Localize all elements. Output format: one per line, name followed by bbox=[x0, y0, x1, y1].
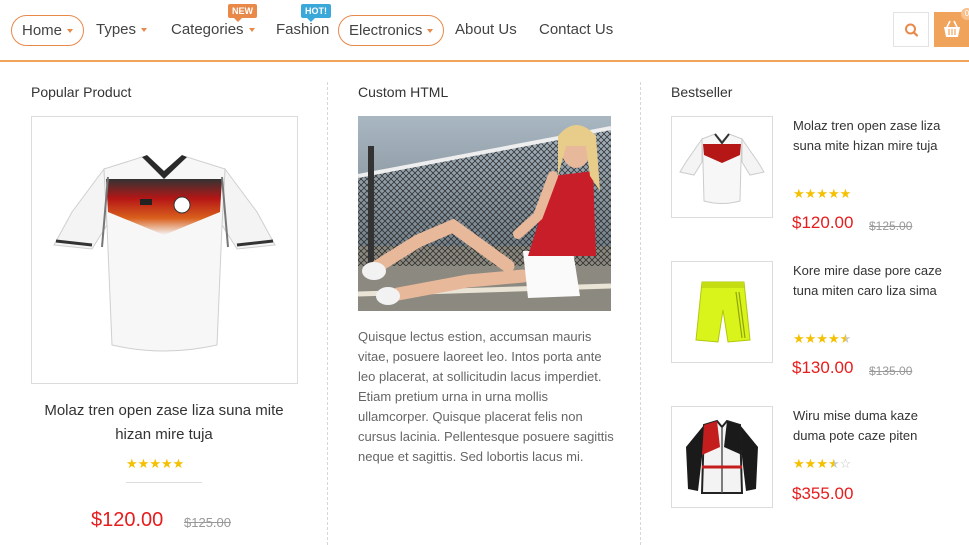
star-full-icon: ★ bbox=[172, 456, 185, 471]
new-badge-label: NEW bbox=[232, 6, 253, 16]
star-full-icon: ★ bbox=[804, 456, 817, 471]
bestseller-title: Bestseller bbox=[671, 84, 733, 100]
nav-fashion[interactable]: Fashion bbox=[276, 15, 329, 46]
star-empty-icon: ☆ bbox=[839, 456, 852, 471]
bestseller-item-name[interactable]: Wiru mise duma kaze duma pote caze piten bbox=[793, 406, 943, 446]
star-full-icon: ★ bbox=[804, 331, 817, 346]
shorts-image bbox=[695, 281, 751, 343]
bestseller-item-rating: ★★★★★ bbox=[793, 331, 851, 347]
jersey-image bbox=[679, 133, 765, 204]
nav-contact-label: Contact Us bbox=[539, 21, 614, 38]
star-full-icon: ★ bbox=[804, 186, 817, 201]
star-full-icon: ★ bbox=[827, 331, 840, 346]
bestseller-item-name[interactable]: Molaz tren open zase liza suna mite hiza… bbox=[793, 116, 943, 156]
nav-electronics[interactable]: Electronics bbox=[338, 15, 445, 46]
nav-types-label: Types bbox=[96, 21, 137, 38]
bestseller-thumb[interactable] bbox=[671, 261, 773, 363]
nav-contact[interactable]: Contact Us bbox=[539, 15, 613, 46]
custom-html-photo bbox=[358, 116, 611, 311]
chevron-down-icon bbox=[67, 29, 74, 34]
divider bbox=[126, 482, 202, 483]
bestseller-item-price: $130.00 bbox=[792, 358, 854, 377]
star-full-icon: ★ bbox=[816, 186, 828, 201]
popular-product-rating: ★★★★★ bbox=[126, 456, 184, 472]
top-navbar: Home Types Categories NEW Fashion HOT! E… bbox=[0, 0, 969, 62]
star-full-icon: ★ bbox=[816, 456, 828, 471]
nav-about-label: About Us bbox=[455, 21, 517, 38]
nav-categories-label: Categories bbox=[171, 21, 244, 38]
column-divider bbox=[640, 82, 641, 545]
tennis-player-image bbox=[358, 116, 611, 311]
bestseller-item-price: $120.00 bbox=[792, 213, 854, 232]
chevron-down-icon bbox=[427, 29, 434, 34]
star-full-icon: ★ bbox=[793, 331, 805, 346]
bestseller-item-rating: ★★★★☆ bbox=[793, 456, 851, 472]
star-full-icon: ★ bbox=[137, 456, 150, 471]
nav-about[interactable]: About Us bbox=[455, 15, 517, 46]
bestseller-item-price: $355.00 bbox=[792, 484, 854, 503]
star-full-icon: ★ bbox=[126, 456, 138, 471]
hot-badge-label: HOT! bbox=[305, 6, 327, 16]
column-divider bbox=[327, 82, 328, 545]
custom-html-title: Custom HTML bbox=[358, 84, 449, 100]
nav-fashion-label: Fashion bbox=[276, 21, 330, 38]
star-full-icon: ★ bbox=[793, 186, 805, 201]
bestseller-thumb[interactable] bbox=[671, 406, 773, 508]
nav-electronics-label: Electronics bbox=[349, 22, 423, 39]
star-full-icon: ★ bbox=[827, 186, 840, 201]
nav-types[interactable]: Types bbox=[96, 15, 148, 46]
star-half-icon: ★ bbox=[827, 456, 840, 471]
star-full-icon: ★ bbox=[839, 186, 852, 201]
star-full-icon: ★ bbox=[160, 456, 173, 471]
popular-product-price: $120.00 bbox=[91, 509, 164, 531]
hot-badge: HOT! bbox=[301, 4, 331, 22]
jersey-image bbox=[53, 155, 276, 352]
bestseller-item-rating: ★★★★★ bbox=[793, 186, 851, 202]
popular-product-old-price: $125.00 bbox=[184, 515, 231, 530]
bestseller-item-old-price: $135.00 bbox=[869, 364, 913, 378]
cart-count-badge: 0 bbox=[961, 8, 969, 20]
nav-home-label: Home bbox=[22, 22, 63, 39]
popular-product-title: Popular Product bbox=[31, 84, 132, 100]
star-full-icon: ★ bbox=[149, 456, 161, 471]
bestseller-item-old-price: $125.00 bbox=[869, 219, 913, 233]
chevron-down-icon bbox=[141, 28, 148, 33]
popular-product-name[interactable]: Molaz tren open zase liza suna mite hiza… bbox=[40, 399, 288, 447]
star-half-icon: ★ bbox=[839, 331, 852, 346]
search-icon bbox=[905, 23, 919, 37]
star-full-icon: ★ bbox=[816, 331, 828, 346]
nav-categories[interactable]: Categories bbox=[171, 15, 255, 46]
popular-product-image[interactable] bbox=[31, 116, 298, 384]
bestseller-item-name[interactable]: Kore mire dase pore caze tuna miten caro… bbox=[793, 261, 943, 301]
jacket-image bbox=[686, 419, 758, 494]
new-badge: NEW bbox=[228, 4, 257, 22]
chevron-down-icon bbox=[248, 28, 255, 33]
star-full-icon: ★ bbox=[793, 456, 805, 471]
custom-html-text: Quisque lectus estion, accumsan mauris v… bbox=[358, 329, 614, 464]
nav-home[interactable]: Home bbox=[11, 15, 85, 46]
search-button[interactable] bbox=[893, 12, 929, 47]
bestseller-thumb[interactable] bbox=[671, 116, 773, 218]
